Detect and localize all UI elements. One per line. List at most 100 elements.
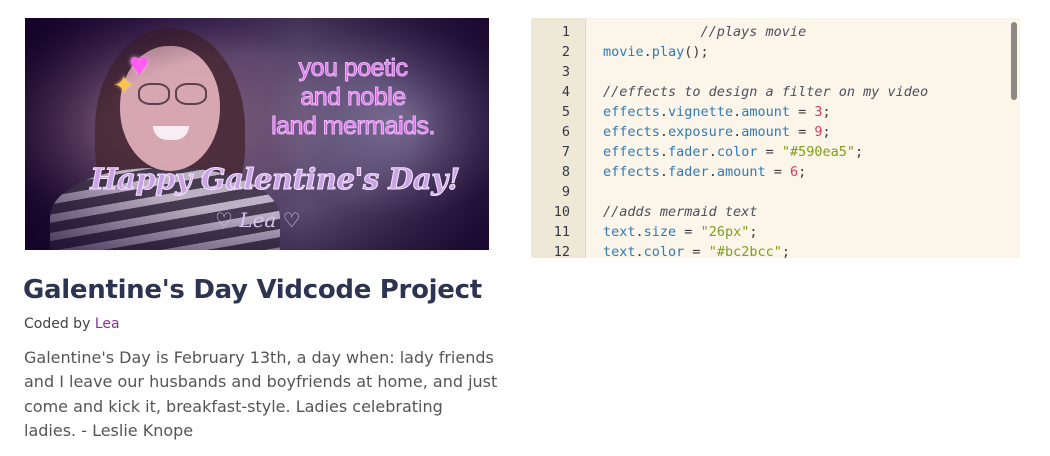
- code-token: =: [684, 244, 709, 258]
- code-token: text: [603, 224, 636, 240]
- overlay-line: you poetic: [298, 54, 408, 83]
- video-overlay-text: you poetic and noble land mermaids.: [271, 54, 436, 141]
- code-token: vignette: [668, 104, 734, 120]
- code-token: .: [659, 144, 669, 160]
- line-number: 6: [561, 124, 570, 140]
- code-token: ;: [749, 224, 758, 240]
- project-byline: Coded by Lea: [24, 316, 120, 332]
- code-text[interactable]: effects.exposure.amount = 9;: [603, 122, 831, 142]
- code-token: .: [708, 144, 717, 160]
- video-signature: ♡ Lea ♡: [215, 208, 301, 232]
- project-title: Galentine's Day Vidcode Project: [23, 275, 482, 305]
- code-token: .: [659, 124, 669, 140]
- code-line[interactable]: 4 //effects to design a filter on my vide…: [531, 82, 1020, 102]
- code-token: .: [635, 244, 644, 258]
- code-token: .: [635, 224, 644, 240]
- code-token: fader: [668, 164, 709, 180]
- code-token: movie: [603, 44, 644, 60]
- line-number: 11: [553, 224, 570, 240]
- code-line[interactable]: 11 text.size = "26px";: [531, 222, 1020, 242]
- line-number: 9: [561, 184, 570, 200]
- code-text[interactable]: text.size = "26px";: [603, 222, 757, 242]
- code-token: ;: [781, 244, 790, 258]
- code-text[interactable]: //adds mermaid text: [603, 202, 757, 222]
- code-line[interactable]: 6 effects.exposure.amount = 9;: [531, 122, 1020, 142]
- overlay-line: and noble: [300, 83, 407, 112]
- code-text[interactable]: //effects to design a filter on my video: [603, 82, 928, 102]
- code-token: =: [757, 144, 782, 160]
- code-token: =: [676, 224, 701, 240]
- code-line[interactable]: 12 text.color = "#bc2bcc";: [531, 242, 1020, 258]
- code-text[interactable]: //plays movie: [603, 22, 807, 42]
- line-number: 7: [561, 144, 570, 160]
- code-text[interactable]: effects.fader.color = "#590ea5";: [603, 142, 863, 162]
- code-token: 3: [814, 104, 823, 120]
- code-line[interactable]: 8 effects.fader.amount = 6;: [531, 162, 1020, 182]
- code-token: amount: [741, 104, 790, 120]
- code-token: .: [733, 124, 742, 140]
- code-token: "#bc2bcc": [708, 244, 782, 258]
- code-token: .: [643, 44, 652, 60]
- code-token: fader: [668, 144, 709, 160]
- code-token: "26px": [700, 224, 750, 240]
- coded-by-label: Coded by: [24, 316, 91, 332]
- code-token: exposure: [668, 124, 734, 140]
- code-token: ;: [855, 144, 864, 160]
- code-token: effects: [603, 104, 660, 120]
- code-token: 9: [814, 124, 823, 140]
- code-token: ();: [684, 44, 709, 60]
- line-number: 3: [561, 64, 570, 80]
- line-number: 8: [561, 164, 570, 180]
- code-token: size: [643, 224, 677, 240]
- line-number: 1: [561, 24, 570, 40]
- code-line[interactable]: 1 //plays movie: [531, 22, 1020, 42]
- code-token: .: [733, 104, 742, 120]
- video-preview[interactable]: ♥ ✦ you poetic and noble land mermaids. …: [25, 18, 489, 250]
- code-token: //adds mermaid text: [603, 204, 758, 220]
- code-line[interactable]: 7 effects.fader.color = "#590ea5";: [531, 142, 1020, 162]
- line-number: 5: [561, 104, 570, 120]
- line-number: 12: [553, 244, 570, 258]
- sparkles-icon: ✦: [113, 70, 135, 100]
- code-token: ;: [798, 164, 807, 180]
- code-token: play: [651, 44, 685, 60]
- code-token: =: [790, 124, 815, 140]
- overlay-line: land mermaids.: [271, 112, 436, 141]
- code-token: =: [790, 104, 815, 120]
- code-token: ;: [822, 124, 831, 140]
- code-token: =: [765, 164, 790, 180]
- code-text[interactable]: effects.vignette.amount = 3;: [603, 102, 831, 122]
- code-text[interactable]: effects.fader.amount = 6;: [603, 162, 806, 182]
- code-token: color: [643, 244, 685, 258]
- code-text[interactable]: text.color = "#bc2bcc";: [603, 242, 790, 258]
- line-number: 4: [561, 84, 570, 100]
- code-token: //plays movie: [603, 24, 807, 40]
- code-editor[interactable]: 1 //plays movie 2 movie.play(); 3 4//effects…: [531, 18, 1020, 258]
- code-token: 6: [790, 164, 799, 180]
- code-line[interactable]: 10 //adds mermaid text: [531, 202, 1020, 222]
- code-token: effects: [603, 124, 660, 140]
- code-token: .: [659, 104, 669, 120]
- line-number: 10: [553, 204, 570, 220]
- author-link[interactable]: Lea: [95, 316, 120, 332]
- line-number: 2: [561, 44, 570, 60]
- video-caption: Happy Galentine's Day!: [90, 162, 461, 197]
- code-line[interactable]: 3: [531, 62, 1020, 82]
- code-line[interactable]: 5 effects.vignette.amount = 3;: [531, 102, 1020, 122]
- code-lines[interactable]: 1 //plays movie 2 movie.play(); 3 4//effects…: [531, 22, 1020, 258]
- code-token: amount: [716, 164, 766, 180]
- code-line[interactable]: 9: [531, 182, 1020, 202]
- code-token: amount: [741, 124, 790, 140]
- code-token: ;: [822, 104, 831, 120]
- code-token: //effects to design a filter on my video: [603, 84, 929, 100]
- code-line[interactable]: 2 movie.play();: [531, 42, 1020, 62]
- code-token: text: [603, 244, 636, 258]
- code-token: .: [659, 164, 669, 180]
- project-description: Galentine's Day is February 13th, a day …: [24, 348, 498, 440]
- editor-scrollbar[interactable]: [1011, 22, 1017, 100]
- code-token: effects: [603, 144, 660, 160]
- code-text[interactable]: movie.play();: [603, 42, 709, 62]
- code-token: "#590ea5": [781, 144, 856, 160]
- code-token: effects: [603, 164, 660, 180]
- code-token: .: [708, 164, 717, 180]
